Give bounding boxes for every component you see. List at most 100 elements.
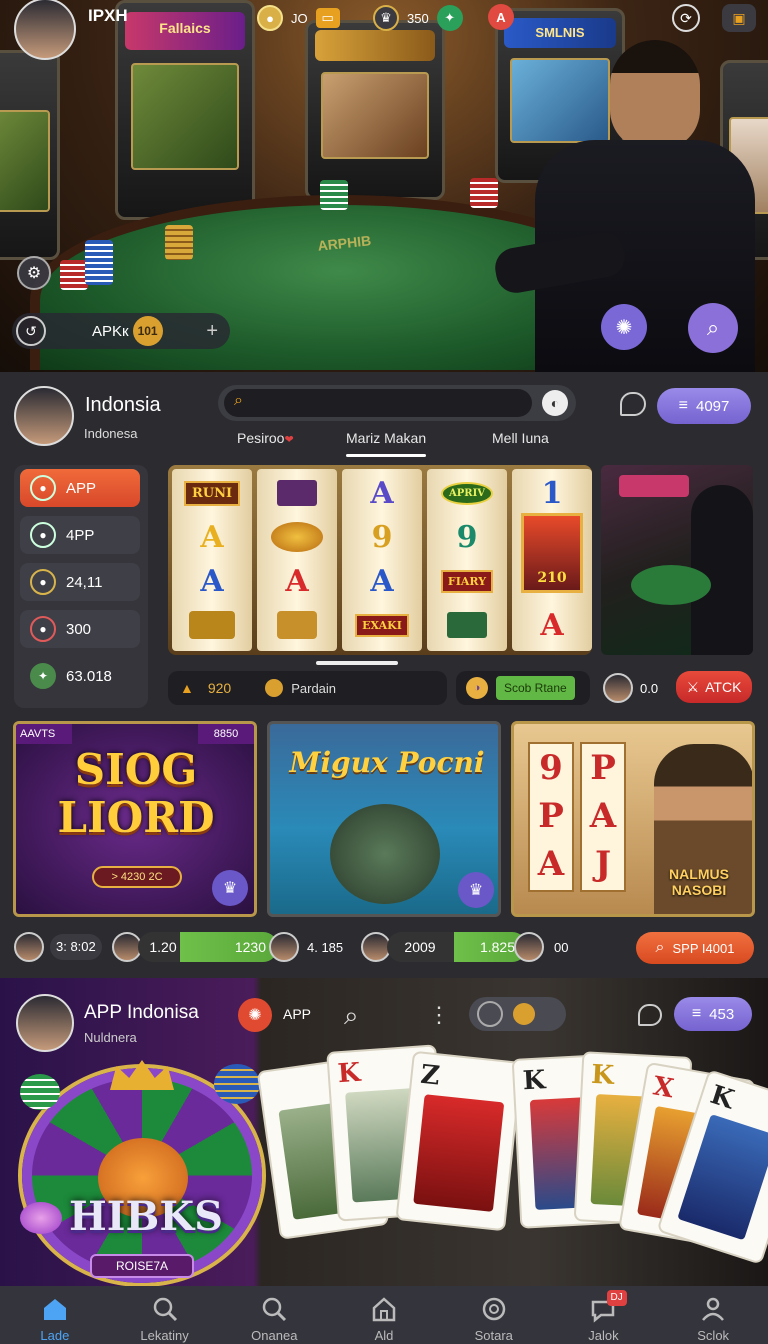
tab-label: Mariz Makan	[346, 430, 427, 446]
nav-item-ald[interactable]: Ald	[329, 1286, 439, 1344]
wild-symbol: 210	[521, 513, 583, 593]
more-icon[interactable]: ⋮	[428, 1002, 450, 1028]
sidebar-item-label: 24,11	[66, 573, 103, 591]
stat-pill-value: 1.825	[479, 939, 515, 955]
star-icon[interactable]: ✺	[238, 998, 272, 1032]
balance-badge[interactable]: ≡ 453	[674, 997, 752, 1031]
chip-stack	[60, 260, 88, 290]
reel: A 9 A EXAKI	[342, 469, 422, 651]
tab-pesiroo[interactable]: Pesiroo❤	[237, 430, 294, 446]
reel-symbol: A	[285, 563, 309, 599]
card-rank: K	[590, 1059, 615, 1091]
profile-name: Indonsia	[85, 394, 161, 416]
reel: A	[257, 469, 337, 651]
sidebar-item-63018[interactable]: ✦ 63.018	[20, 657, 140, 695]
search-icon[interactable]: ⌕	[688, 303, 738, 353]
reel-symbol: 9	[456, 519, 478, 555]
bonus-bar[interactable]: ▲ 920 Pardain	[168, 671, 447, 705]
game-stat[interactable]: 00	[514, 930, 568, 964]
sidebar-item-app[interactable]: ● APP	[20, 469, 140, 507]
heart-icon: ❤	[284, 434, 294, 446]
game-stat[interactable]: 1.20 1230	[112, 930, 278, 964]
sidebar-item-300[interactable]: ● 300	[20, 610, 140, 648]
fish-figure	[330, 804, 440, 904]
sidebar-item-2411[interactable]: ● 24,11	[20, 563, 140, 601]
hero-banner: Fallaics SMLNIS ARPHIB IPXH ● JO ▭ ♛ 350…	[0, 0, 768, 372]
section-title: APP Indonisa	[84, 1002, 199, 1023]
game-title: NALMUS NASOBI	[669, 866, 729, 898]
slot-reels[interactable]: RUNI A A A A 9 A EXAKI APRIV 9 FIARY 1 2…	[168, 465, 592, 655]
shop-icon[interactable]: ▣	[722, 4, 756, 32]
hero-user[interactable]: IPXH	[14, 0, 128, 62]
nav-item-onanea[interactable]: Onanea	[219, 1286, 329, 1344]
refresh-icon[interactable]: ⟳	[672, 4, 700, 32]
coin-stat[interactable]: ● JO ▭	[257, 4, 340, 32]
nav-item-sclok[interactable]: Sclok	[658, 1286, 768, 1344]
reel-column: PAJ	[580, 742, 626, 892]
add-icon[interactable]: +	[206, 320, 218, 343]
nav-label: Lekatiny	[140, 1328, 189, 1343]
tab-mell-iuna[interactable]: Mell Iuna	[492, 430, 549, 446]
crown-icon[interactable]: ♛	[458, 872, 494, 908]
voice-icon[interactable]: ◐	[542, 390, 568, 416]
attack-button[interactable]: ⚔ ATCK	[676, 671, 752, 703]
crown-icon[interactable]: ♛	[212, 870, 248, 906]
slot-machine: Fallaics	[115, 0, 255, 220]
book-icon	[277, 480, 317, 506]
player-avatar	[269, 932, 299, 962]
reel-symbol: 1	[541, 475, 563, 511]
sidebar-item-label: 4PP	[66, 526, 95, 544]
nav-item-sotara[interactable]: Sotara	[439, 1286, 549, 1344]
avatar-icon: ●	[30, 522, 56, 548]
home-icon	[43, 1299, 66, 1320]
nav-label: Ald	[374, 1328, 394, 1343]
apk-download-bar[interactable]: ↺ APKк 101 +	[12, 313, 230, 349]
spin-button[interactable]: ⌕ SPP I4001	[636, 932, 754, 964]
profile-avatar[interactable]	[14, 386, 74, 446]
lobby-panel: Indonsia Indonesa ⌕ ◐ Pesiroo❤ Mariz Mak…	[0, 372, 768, 978]
crown-stat[interactable]: ♛ 350 ✦	[373, 4, 463, 32]
user-avatar[interactable]	[14, 0, 76, 60]
search-bar[interactable]: ⌕ ◐	[218, 385, 576, 421]
attack-label: ATCK	[705, 679, 742, 695]
user-icon	[702, 1297, 725, 1321]
toggle-control[interactable]	[469, 997, 566, 1031]
reel-symbol: A	[540, 607, 564, 643]
game-card-siog-liord[interactable]: AAVTS 8850 SIOG LIORD > 4230 2C ♛	[13, 721, 257, 917]
live-table-thumbnail[interactable]	[601, 465, 753, 655]
search-icon[interactable]: ⌕	[344, 1000, 359, 1032]
sidebar-item-4pp[interactable]: ● 4PP	[20, 516, 140, 554]
chat-icon[interactable]	[620, 392, 646, 416]
target-icon	[482, 1297, 505, 1321]
star-badge-icon[interactable]: ✺	[601, 304, 647, 350]
alert-icon[interactable]: A	[488, 4, 514, 30]
game-stat[interactable]: 2009 1.825	[361, 930, 527, 964]
avatar-icon: ●	[30, 569, 56, 595]
chat-icon[interactable]	[638, 1004, 662, 1026]
nav-item-jalok[interactable]: DJ Jalok	[549, 1286, 659, 1344]
nav-item-lade[interactable]: Lade	[0, 1286, 110, 1344]
tab-mariz-makan[interactable]: Mariz Makan	[346, 430, 426, 446]
scroll-label: Scob Rtane	[496, 676, 575, 700]
settings-gear-icon[interactable]: ⚙	[17, 256, 51, 290]
game-stat[interactable]: 3: 8:02	[14, 930, 102, 964]
tab-label: Mell Iuna	[492, 430, 549, 446]
balance-badge[interactable]: ≡ 4097	[657, 388, 751, 424]
search-input[interactable]: ⌕	[224, 389, 532, 417]
game-stat[interactable]: 4. 185	[269, 930, 343, 964]
game-card-migux-pocni[interactable]: Migux Pocni ♛	[267, 721, 501, 917]
stat-value: 3: 8:02	[50, 934, 102, 960]
game-card-nalmus-nasobi[interactable]: 9PA PAJ NALMUS NASOBI	[511, 721, 755, 917]
profile-avatar[interactable]	[16, 994, 74, 1052]
treasure-chest-icon	[189, 611, 235, 639]
chip-stack	[165, 225, 193, 260]
avatar-icon: ●	[30, 475, 56, 501]
scroll-bar[interactable]: ◑ Scob Rtane	[456, 671, 590, 705]
nav-item-lekatiny[interactable]: Lekatiny	[110, 1286, 220, 1344]
player-avatar[interactable]	[603, 673, 633, 703]
coin-icon	[513, 1003, 535, 1025]
reel-symbol: 9	[371, 519, 393, 555]
section-subtitle: Nuldnera	[84, 1030, 137, 1045]
reel-symbol: RUNI	[183, 480, 241, 506]
card-rank: K	[706, 1079, 738, 1116]
